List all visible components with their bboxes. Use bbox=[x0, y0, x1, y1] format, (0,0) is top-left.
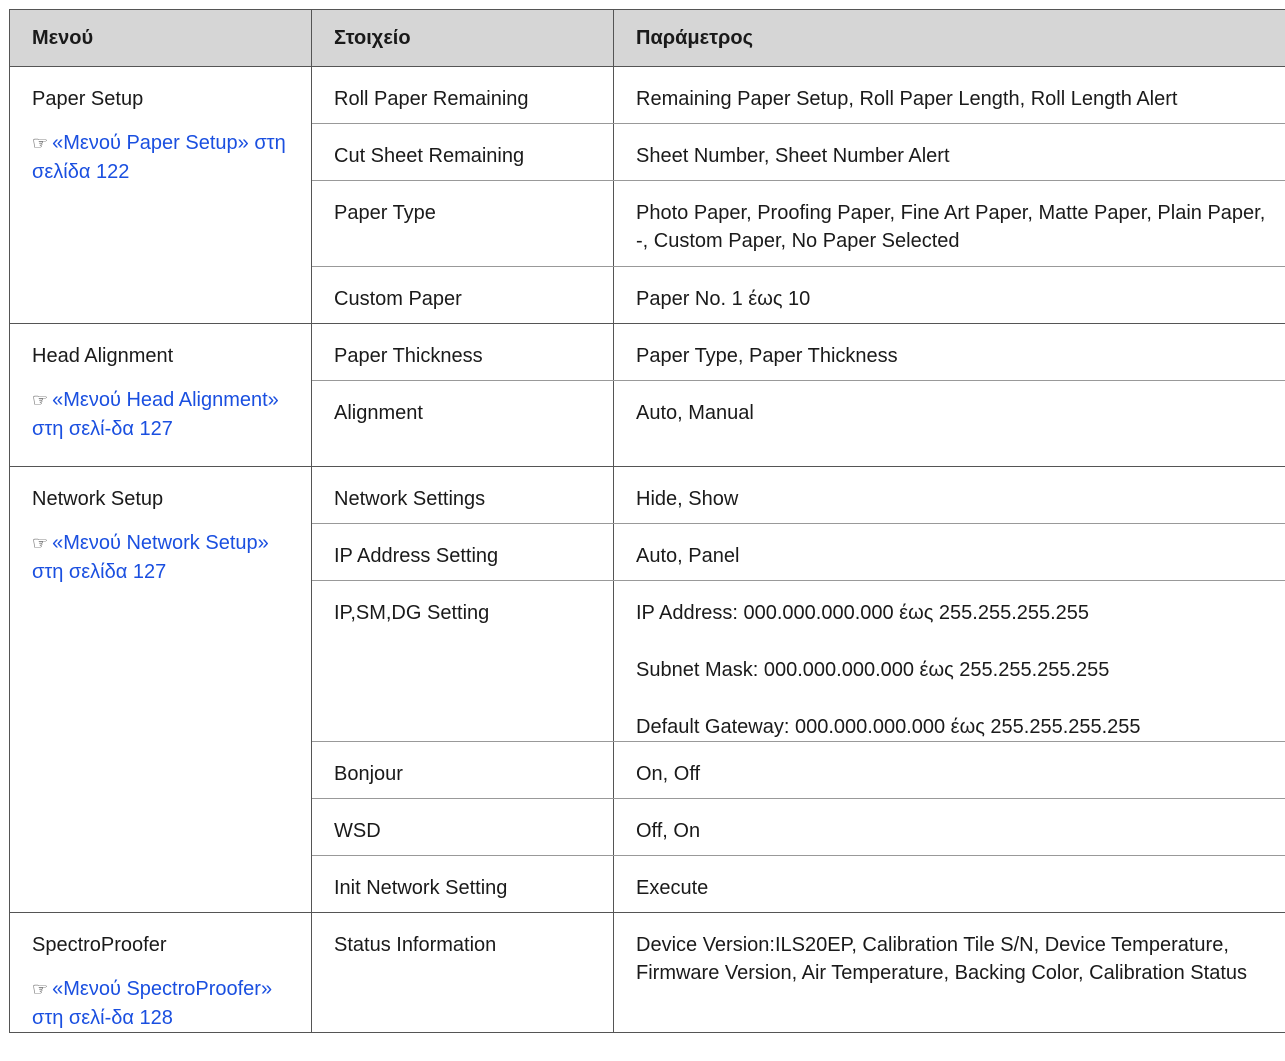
menu-title: SpectroProofer bbox=[32, 934, 167, 956]
menu-cell: SpectroProofer ☞ «Μενού SpectroProofer» στ… bbox=[9, 912, 312, 1033]
table-row: Head Alignment ☞ «Μενού Head Alignment» στ… bbox=[9, 323, 1285, 467]
menu-reference-text: «Μενού Network Setup» στη σελίδα 127 bbox=[32, 532, 269, 583]
header-menu: Μενού bbox=[9, 9, 312, 67]
param-text: IP Address: 000.000.000.000 έως 255.255.… bbox=[636, 602, 1090, 624]
table-header-row: Μενού Στοιχείο Παράμετρος bbox=[9, 9, 1285, 67]
item-cell: Roll Paper Remaining bbox=[311, 66, 614, 124]
menu-table: Μενού Στοιχείο Παράμετρος Paper Setup ☞ «Μ… bbox=[9, 9, 1285, 1033]
menu-cell: Network Setup ☞ «Μενού Network Setup» στη … bbox=[9, 466, 312, 913]
menu-reference-text: «Μενού SpectroProofer» στη σελί-δα 128 bbox=[32, 978, 273, 1029]
param-cell: Execute bbox=[613, 855, 1285, 913]
header-param: Παράμετρος bbox=[613, 9, 1285, 67]
item-cell: IP Address Setting bbox=[311, 523, 614, 581]
item-cell: Paper Thickness bbox=[311, 323, 614, 381]
param-text: Subnet Mask: 000.000.000.000 έως 255.255… bbox=[636, 659, 1110, 681]
param-text: Off, On bbox=[636, 820, 701, 842]
param-cell: Device Version:ILS20EP, Calibration Tile… bbox=[613, 912, 1285, 1033]
param-cell: Off, On bbox=[613, 798, 1285, 856]
item-cell: WSD bbox=[311, 798, 614, 856]
param-cell: Sheet Number, Sheet Number Alert bbox=[613, 123, 1285, 181]
table-row: Paper Setup ☞ «Μενού Paper Setup» στη σελί… bbox=[9, 66, 1285, 324]
param-text: Execute bbox=[636, 877, 709, 899]
param-text: On, Off bbox=[636, 763, 701, 785]
menu-reference-text: «Μενού Head Alignment» στη σελί-δα 127 bbox=[32, 389, 279, 440]
item-cell: Alignment bbox=[311, 380, 614, 467]
menu-cell: Head Alignment ☞ «Μενού Head Alignment» στ… bbox=[9, 323, 312, 467]
table-row: SpectroProofer ☞ «Μενού SpectroProofer» στ… bbox=[9, 912, 1285, 1033]
item-cell: Custom Paper bbox=[311, 266, 614, 324]
param-cell: Remaining Paper Setup, Roll Paper Length… bbox=[613, 66, 1285, 124]
param-text: Device Version:ILS20EP, Calibration Tile… bbox=[636, 934, 1248, 984]
item-cell: Cut Sheet Remaining bbox=[311, 123, 614, 181]
menu-reference-link[interactable]: ☞ «Μενού Paper Setup» στη σελίδα 122 bbox=[32, 129, 289, 186]
menu-cell: Paper Setup ☞ «Μενού Paper Setup» στη σελί… bbox=[9, 66, 312, 324]
param-cell: Hide, Show bbox=[613, 466, 1285, 524]
param-text: Remaining Paper Setup, Roll Paper Length… bbox=[636, 88, 1178, 110]
menu-reference-text: «Μενού Paper Setup» στη σελίδα 122 bbox=[32, 132, 286, 183]
param-text: Paper No. 1 έως 10 bbox=[636, 288, 811, 310]
pointing-hand-icon: ☞ bbox=[32, 979, 49, 1000]
item-cell: IP,SM,DG Setting bbox=[311, 580, 614, 742]
table-row: Network Setup ☞ «Μενού Network Setup» στη … bbox=[9, 466, 1285, 913]
param-text: Default Gateway: 000.000.000.000 έως 255… bbox=[636, 716, 1141, 738]
pointing-hand-icon: ☞ bbox=[32, 390, 49, 411]
item-cell: Paper Type bbox=[311, 180, 614, 267]
item-cell: Network Settings bbox=[311, 466, 614, 524]
param-cell: Photo Paper, Proofing Paper, Fine Art Pa… bbox=[613, 180, 1285, 267]
header-item: Στοιχείο bbox=[311, 9, 614, 67]
menu-title: Paper Setup bbox=[32, 88, 144, 110]
param-cell: Auto, Manual bbox=[613, 380, 1285, 467]
menu-title: Head Alignment bbox=[32, 345, 174, 367]
item-cell: Bonjour bbox=[311, 741, 614, 799]
menu-reference-link[interactable]: ☞ «Μενού Head Alignment» στη σελί-δα 127 bbox=[32, 386, 289, 443]
menu-reference-link[interactable]: ☞ «Μενού Network Setup» στη σελίδα 127 bbox=[32, 529, 289, 586]
item-cell: Status Information bbox=[311, 912, 614, 1033]
param-text: Photo Paper, Proofing Paper, Fine Art Pa… bbox=[636, 202, 1266, 252]
param-cell: Paper Type, Paper Thickness bbox=[613, 323, 1285, 381]
param-text: Sheet Number, Sheet Number Alert bbox=[636, 145, 950, 167]
param-text: Auto, Panel bbox=[636, 545, 740, 567]
pointing-hand-icon: ☞ bbox=[32, 533, 49, 554]
param-text: Paper Type, Paper Thickness bbox=[636, 345, 898, 367]
menu-title: Network Setup bbox=[32, 488, 164, 510]
param-text: Hide, Show bbox=[636, 488, 739, 510]
param-cell: Auto, Panel bbox=[613, 523, 1285, 581]
param-cell: On, Off bbox=[613, 741, 1285, 799]
param-cell: Paper No. 1 έως 10 bbox=[613, 266, 1285, 324]
menu-reference-link[interactable]: ☞ «Μενού SpectroProofer» στη σελί-δα 128 bbox=[32, 975, 289, 1032]
pointing-hand-icon: ☞ bbox=[32, 133, 49, 154]
param-text: Auto, Manual bbox=[636, 402, 754, 424]
param-cell: IP Address: 000.000.000.000 έως 255.255.… bbox=[613, 580, 1285, 742]
item-cell: Init Network Setting bbox=[311, 855, 614, 913]
